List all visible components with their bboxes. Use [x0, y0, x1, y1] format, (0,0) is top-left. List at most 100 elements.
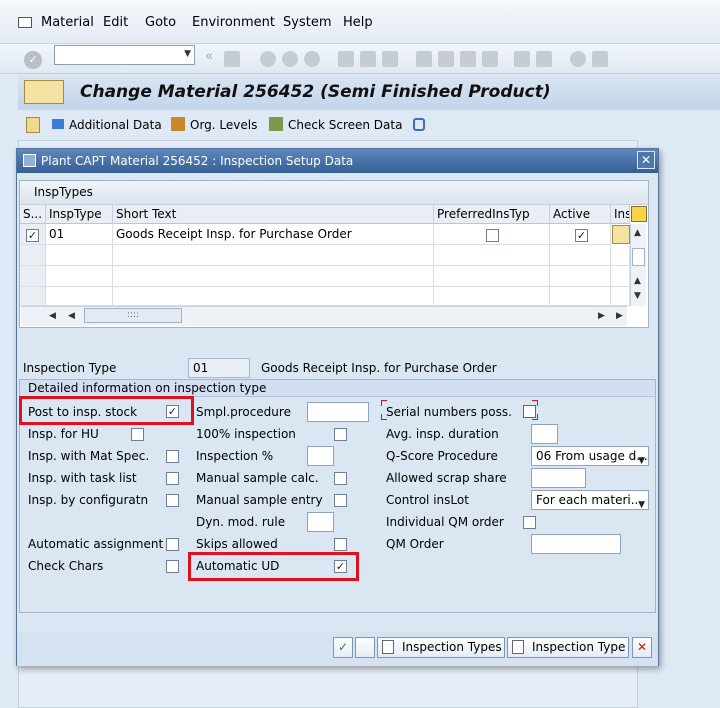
empty-cell[interactable]	[434, 287, 550, 306]
empty-cell[interactable]	[611, 287, 630, 306]
exit-icon[interactable]	[282, 51, 298, 67]
find-next-icon[interactable]	[382, 51, 398, 67]
previous-page-icon[interactable]	[438, 51, 454, 67]
serial-numbers-checkbox[interactable]	[523, 405, 536, 418]
menu-material[interactable]: Material	[41, 15, 94, 30]
column-header-insptype[interactable]: InspType	[46, 205, 113, 224]
vertical-scroll-thumb[interactable]	[632, 248, 645, 266]
empty-cell[interactable]	[46, 287, 113, 306]
row-selector[interactable]	[20, 245, 46, 266]
empty-cell[interactable]	[550, 245, 611, 266]
skips-allowed-checkbox[interactable]	[334, 538, 347, 551]
scroll-bottom-icon[interactable]: ▼	[634, 291, 641, 301]
help-icon[interactable]	[570, 51, 586, 67]
details-icon[interactable]	[612, 225, 630, 244]
manual-sample-entry-checkbox[interactable]	[334, 494, 347, 507]
row-selector[interactable]	[20, 266, 46, 287]
new-session-icon[interactable]	[514, 51, 530, 67]
scroll-right-icon[interactable]: ▶	[616, 311, 623, 321]
insp-with-mat-spec-checkbox[interactable]	[166, 450, 179, 463]
qm-order-input[interactable]	[531, 534, 621, 554]
cell-short-text[interactable]: Goods Receipt Insp. for Purchase Order	[113, 224, 434, 245]
row-select-checkbox[interactable]: ✓	[26, 229, 39, 242]
cancel-x-icon[interactable]: ✕	[632, 637, 652, 658]
empty-cell[interactable]	[611, 266, 630, 287]
preferred-checkbox[interactable]	[486, 229, 499, 242]
find-icon[interactable]	[360, 51, 376, 67]
chevron-down-icon[interactable]: ▼	[638, 452, 645, 465]
last-page-icon[interactable]	[482, 51, 498, 67]
individual-qm-checkbox[interactable]	[523, 516, 536, 529]
empty-cell[interactable]	[434, 245, 550, 266]
column-header-preferred[interactable]: PreferredInsTyp	[434, 205, 550, 224]
insp-with-task-list-checkbox[interactable]	[166, 472, 179, 485]
control-inslot-select[interactable]: For each materi... ▼	[531, 490, 649, 510]
menu-goto[interactable]: Goto	[145, 15, 176, 30]
close-icon[interactable]: ✕	[637, 151, 655, 169]
command-field[interactable]: ▼	[54, 45, 195, 65]
print-icon[interactable]	[338, 51, 354, 67]
empty-cell[interactable]	[611, 245, 630, 266]
menu-system[interactable]: System	[283, 15, 331, 30]
scroll-right-step-icon[interactable]: ▶	[598, 311, 605, 321]
lock-icon[interactable]	[413, 118, 425, 131]
column-header-active[interactable]: Active	[550, 205, 611, 224]
next-page-icon[interactable]	[460, 51, 476, 67]
chevron-down-icon[interactable]: ▼	[184, 49, 191, 59]
active-checkbox[interactable]: ✓	[575, 229, 588, 242]
empty-cell[interactable]	[113, 287, 434, 306]
shortcut-icon[interactable]	[536, 51, 552, 67]
select-views-icon[interactable]	[26, 117, 40, 133]
empty-cell[interactable]	[550, 287, 611, 306]
copy-icon[interactable]	[355, 637, 375, 658]
horizontal-scroll-thumb[interactable]: ::::	[84, 308, 182, 323]
column-header-short-text[interactable]: Short Text	[113, 205, 434, 224]
chevron-down-icon[interactable]: ▼	[638, 496, 645, 509]
empty-cell[interactable]	[113, 245, 434, 266]
inspection-pct-input[interactable]	[307, 446, 334, 466]
additional-data-button[interactable]: Additional Data	[69, 118, 162, 132]
inspection-100-checkbox[interactable]	[334, 428, 347, 441]
empty-cell[interactable]	[434, 266, 550, 287]
org-levels-button[interactable]: Org. Levels	[190, 118, 257, 132]
back-icon[interactable]	[260, 51, 276, 67]
confirm-check-icon[interactable]: ✓	[333, 637, 353, 658]
manual-sample-calc-checkbox[interactable]	[334, 472, 347, 485]
menu-edit[interactable]: Edit	[103, 15, 128, 30]
scroll-up-icon[interactable]: ▲	[634, 228, 641, 238]
insp-by-configuratn-checkbox[interactable]	[166, 494, 179, 507]
column-header-select[interactable]: S...	[20, 205, 46, 224]
scroll-left-step-icon[interactable]: ◀	[68, 311, 75, 321]
collapse-icon[interactable]: «	[205, 49, 213, 64]
scroll-left-icon[interactable]: ◀	[49, 311, 56, 321]
column-header-ins[interactable]: Ins	[611, 205, 630, 224]
empty-cell[interactable]	[46, 245, 113, 266]
material-master-icon[interactable]	[24, 80, 64, 104]
arrow-right-icon[interactable]	[52, 119, 64, 129]
cancel-icon[interactable]	[304, 51, 320, 67]
check-screen-data-button[interactable]: Check Screen Data	[288, 118, 402, 132]
window-menu-icon[interactable]	[18, 17, 32, 28]
avg-insp-duration-input[interactable]	[531, 424, 558, 444]
check-screen-icon[interactable]	[269, 117, 283, 131]
layout-icon[interactable]	[592, 51, 608, 67]
cell-insptype[interactable]: 01	[46, 224, 113, 245]
menu-environment[interactable]: Environment	[192, 15, 275, 30]
save-icon[interactable]	[224, 51, 240, 67]
qscore-procedure-select[interactable]: 06 From usage d... ▼	[531, 446, 649, 466]
org-levels-icon[interactable]	[171, 117, 185, 131]
table-settings-icon[interactable]	[631, 206, 647, 222]
row-selector[interactable]	[20, 287, 46, 306]
inspection-types-button[interactable]: Inspection Types	[377, 637, 505, 658]
automatic-assignment-checkbox[interactable]	[166, 538, 179, 551]
allowed-scrap-input[interactable]	[531, 468, 586, 488]
smpl-procedure-input[interactable]	[307, 402, 369, 422]
empty-cell[interactable]	[550, 266, 611, 287]
empty-cell[interactable]	[46, 266, 113, 287]
check-chars-checkbox[interactable]	[166, 560, 179, 573]
insp-for-hu-checkbox[interactable]	[131, 428, 144, 441]
first-page-icon[interactable]	[416, 51, 432, 67]
enter-check-icon[interactable]: ✓	[24, 51, 42, 69]
dyn-mod-rule-input[interactable]	[307, 512, 334, 532]
scroll-down-icon[interactable]: ▲	[634, 276, 641, 286]
